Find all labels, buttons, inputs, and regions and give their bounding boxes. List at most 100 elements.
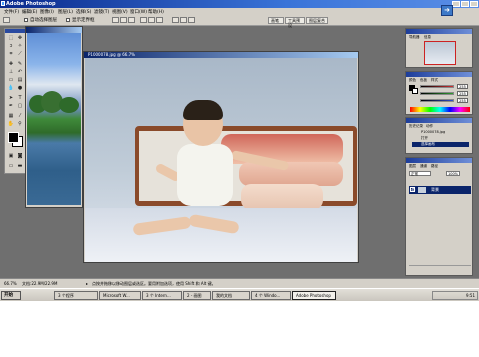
eye-visibility-icon[interactable]: 👁 <box>410 187 415 192</box>
move-tool-preset-icon[interactable] <box>3 17 10 23</box>
shape-tool-icon[interactable]: ▢ <box>16 103 24 110</box>
layers-panel: 图层 通道 路径 正常 100% 👁 背景 <box>405 157 473 276</box>
taskbar-item-photoshop[interactable]: Adobe Photoshop <box>292 291 336 300</box>
standard-mode-icon[interactable]: ▣ <box>7 153 15 160</box>
align-right-icon[interactable] <box>156 17 163 23</box>
navigator-thumbnail[interactable] <box>424 41 456 65</box>
magic-wand-tool-icon[interactable]: ✧ <box>16 43 24 50</box>
align-center-icon[interactable] <box>148 17 155 23</box>
tab-actions[interactable]: 动作 <box>426 124 433 129</box>
clone-stamp-icon[interactable]: ⊥ <box>7 69 15 76</box>
move-tool-icon[interactable]: ✥ <box>16 35 24 42</box>
taskbar-item[interactable]: 我的文档 <box>212 291 250 300</box>
tab-color[interactable]: 颜色 <box>409 78 416 83</box>
maximize-button[interactable] <box>461 1 469 7</box>
distribute-bottom-icon[interactable] <box>188 17 195 23</box>
tab-layers[interactable]: 图层 <box>409 164 416 169</box>
quick-mask-icon[interactable]: ◙ <box>16 153 24 160</box>
app-title-bar: Adobe Photoshop <box>0 0 479 8</box>
jump-to-imageready-button[interactable]: ➜ <box>441 5 453 16</box>
photoshop-app-icon <box>1 1 5 6</box>
tab-navigator[interactable]: 导航器 <box>409 35 420 40</box>
healing-brush-icon[interactable]: ✚ <box>7 61 15 68</box>
tab-channels[interactable]: 通道 <box>420 164 427 169</box>
green-slider[interactable] <box>420 92 454 95</box>
zoom-tool-icon[interactable]: ⚲ <box>16 121 24 128</box>
tab-info[interactable]: 信息 <box>424 35 431 40</box>
align-top-icon[interactable] <box>112 17 119 23</box>
tab-history[interactable]: 历史记录 <box>409 124 423 129</box>
navigator-panel-header <box>406 29 472 34</box>
hand-tool-icon[interactable]: ✋ <box>7 121 15 128</box>
toolbox-header <box>5 29 25 33</box>
tab-tool-presets[interactable]: 工具预设 <box>285 17 305 28</box>
taskbar-item[interactable]: Microsoft W... <box>99 291 141 300</box>
red-value[interactable]: 255 <box>457 84 468 89</box>
eraser-tool-icon[interactable]: ▭ <box>7 77 15 84</box>
zoom-level[interactable]: 66.7% <box>4 281 17 286</box>
green-value[interactable]: 255 <box>457 91 468 96</box>
start-button[interactable]: 开始 <box>1 291 21 300</box>
foreground-color-swatch[interactable] <box>8 132 19 143</box>
layer-row-background[interactable]: 👁 背景 <box>409 186 471 194</box>
fullscreen-mode-icon[interactable]: ▬ <box>16 163 24 170</box>
slice-tool-icon[interactable]: ⟋ <box>16 51 24 58</box>
notes-tool-icon[interactable]: ▦ <box>7 113 15 120</box>
blue-slider[interactable] <box>420 99 454 102</box>
color-panel-header <box>406 72 472 77</box>
document-size: 文档:22.9M/22.9M <box>22 281 58 286</box>
blue-value[interactable]: 255 <box>457 98 468 103</box>
align-left-icon[interactable] <box>140 17 147 23</box>
taskbar-item[interactable]: 2 - 画图 <box>183 291 211 300</box>
tab-styles[interactable]: 样式 <box>431 78 438 83</box>
lasso-tool-icon[interactable]: ↄ <box>7 43 15 50</box>
auto-select-checkbox[interactable] <box>24 18 28 22</box>
screen-mode-icon[interactable]: ▭ <box>7 163 15 170</box>
blur-tool-icon[interactable]: 💧 <box>7 85 15 92</box>
status-arrow-icon[interactable]: ▸ <box>86 281 88 286</box>
gradient-tool-icon[interactable]: ▤ <box>16 77 24 84</box>
taskbar-item[interactable]: 4 个 Windo... <box>251 291 291 300</box>
opacity-field[interactable]: 100% <box>446 171 460 176</box>
tab-layer-comps[interactable]: 图层复合 <box>306 17 328 24</box>
close-button[interactable] <box>470 1 478 7</box>
toolbox: ⬚ ✥ ↄ ✧ ⌗ ⟋ ✚ ✎ ⊥ ↶ ▭ ▤ 💧 ● ➤ T ✒ ▢ ▦ ⁄ … <box>4 28 26 174</box>
eyedropper-tool-icon[interactable]: ⁄ <box>16 113 24 120</box>
red-slider[interactable] <box>420 85 454 88</box>
menu-bar: 文件(F) 编辑(E) 图像(I) 图层(L) 选择(S) 滤镜(T) 视图(V… <box>0 8 479 15</box>
crop-tool-icon[interactable]: ⌗ <box>7 51 15 58</box>
landscape-document-window[interactable] <box>25 26 83 208</box>
taskbar-item[interactable]: 3 个程序 <box>54 291 98 300</box>
history-snapshot-row[interactable]: P1000078.jpg <box>412 130 469 135</box>
blend-mode-select[interactable]: 正常 <box>409 171 431 176</box>
history-brush-icon[interactable]: ↶ <box>16 69 24 76</box>
dodge-tool-icon[interactable]: ● <box>16 85 24 92</box>
baby-photo-canvas[interactable] <box>85 58 357 262</box>
tab-swatches[interactable]: 色板 <box>420 78 427 83</box>
auto-select-label: 自动选择图层 <box>30 18 57 23</box>
layer-thumbnail <box>418 187 426 193</box>
photo-document-window[interactable]: P1000078.jpg @ 66.7% <box>83 51 359 263</box>
tab-paths[interactable]: 路径 <box>431 164 438 169</box>
brush-tool-icon[interactable]: ✎ <box>16 61 24 68</box>
color-ramp[interactable] <box>410 107 470 112</box>
taskbar-item[interactable]: 3 个 Intern... <box>142 291 182 300</box>
desktop-screen: Adobe Photoshop 文件(F) 编辑(E) 图像(I) 图层(L) … <box>0 0 479 301</box>
color-panel-bg-swatch[interactable] <box>412 88 418 94</box>
align-bottom-icon[interactable] <box>128 17 135 23</box>
path-selection-icon[interactable]: ➤ <box>7 95 15 102</box>
align-middle-icon[interactable] <box>120 17 127 23</box>
show-bounds-checkbox[interactable] <box>66 18 70 22</box>
distribute-top-icon[interactable] <box>172 17 179 23</box>
distribute-middle-icon[interactable] <box>180 17 187 23</box>
layers-panel-footer <box>409 265 471 272</box>
minimize-button[interactable] <box>452 1 460 7</box>
marquee-tool-icon[interactable]: ⬚ <box>7 35 15 42</box>
type-tool-icon[interactable]: T <box>16 95 24 102</box>
history-panel: 历史记录 动作 P1000078.jpg 打开 选择画布 <box>405 117 473 154</box>
tab-brushes[interactable]: 画笔 <box>268 17 284 24</box>
history-item-selected[interactable]: 选择画布 <box>412 142 469 147</box>
pen-tool-icon[interactable]: ✒ <box>7 103 15 110</box>
history-item-open[interactable]: 打开 <box>412 136 469 141</box>
tray-clock[interactable]: 9:51 <box>466 293 475 298</box>
